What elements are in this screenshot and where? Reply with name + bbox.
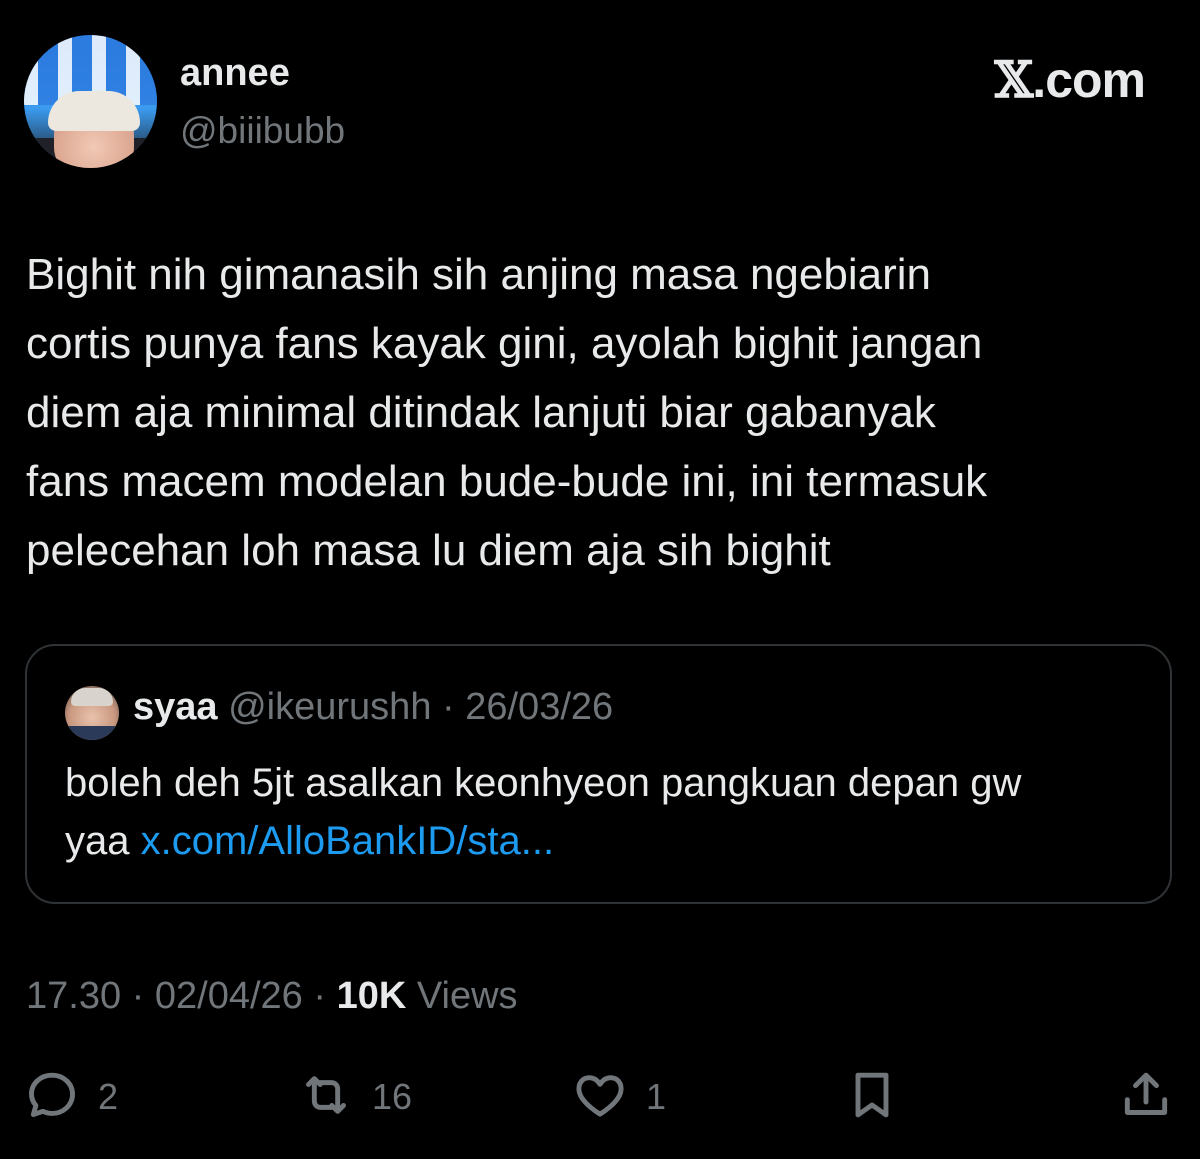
reply-icon — [24, 1067, 80, 1128]
tweet-meta: 17.30 · 02/04/26 · 10K Views — [26, 975, 518, 1018]
tweet-line: cortis punya fans kayak gini, ayolah big… — [26, 319, 983, 368]
avatar-hat — [48, 91, 140, 131]
reply-count: 2 — [98, 1076, 119, 1117]
separator-dot: · — [121, 975, 155, 1017]
tweet-line: fans macem modelan bude-bude ini, ini te… — [26, 457, 988, 506]
tweet-line: Bighit nih gimanasih sih anjing masa nge… — [26, 250, 931, 299]
bookmark-icon — [844, 1067, 900, 1128]
reply-button[interactable]: 2 — [24, 1062, 118, 1132]
tweet-time[interactable]: 17.30 — [26, 975, 121, 1017]
quoted-text-line: boleh deh 5jt asalkan keonhyeon pangkuan… — [65, 761, 1022, 805]
quoted-avatar-shirt — [65, 726, 119, 740]
repost-button[interactable]: 16 — [298, 1062, 412, 1132]
repost-icon — [298, 1067, 354, 1128]
tweet-line: pelecehan loh masa lu diem aja sih bighi… — [26, 526, 831, 575]
quoted-author-name: syaa — [133, 686, 218, 728]
quoted-tweet-card[interactable]: syaa @ikeurushh · 26/03/26 boleh deh 5jt… — [25, 644, 1172, 904]
like-count: 1 — [646, 1076, 667, 1117]
quoted-link[interactable]: x.com/AlloBankID/sta... — [141, 819, 554, 863]
quoted-text-prefix: yaa — [65, 819, 141, 863]
quoted-text-line: yaa x.com/AlloBankID/sta... — [65, 812, 1145, 870]
repost-count: 16 — [372, 1076, 413, 1117]
x-glyph: 𝕏 — [994, 50, 1034, 109]
share-icon — [1118, 1067, 1174, 1128]
quoted-avatar-hat — [71, 688, 113, 706]
tweet-line: diem aja minimal ditindak lanjuti biar g… — [26, 388, 936, 437]
views-label: Views — [406, 975, 518, 1017]
like-icon — [572, 1067, 628, 1128]
action-bar: 2 16 1 — [0, 1062, 1200, 1132]
quoted-tweet-date: 26/03/26 — [465, 686, 614, 728]
separator-dot: · — [302, 975, 337, 1017]
quoted-tweet-text: boleh deh 5jt asalkan keonhyeon pangkuan… — [65, 754, 1145, 870]
author-avatar[interactable] — [24, 35, 157, 168]
x-logo: 𝕏.com — [995, 50, 1146, 109]
tweet-date[interactable]: 02/04/26 — [155, 975, 303, 1017]
bookmark-button[interactable] — [844, 1062, 900, 1132]
author-handle[interactable]: @biiibubb — [180, 110, 345, 152]
views-count: 10K — [336, 975, 407, 1017]
quoted-author-handle: @ikeurushh — [228, 686, 432, 728]
author-display-name[interactable]: annee — [180, 52, 290, 95]
brand-suffix: .com — [1032, 52, 1146, 108]
share-button[interactable] — [1118, 1062, 1174, 1132]
tweet-text: Bighit nih gimanasih sih anjing masa nge… — [26, 240, 1176, 585]
quoted-author-avatar — [65, 686, 119, 740]
separator-dot: · — [431, 686, 466, 728]
like-button[interactable]: 1 — [572, 1062, 666, 1132]
quoted-tweet-header: syaa @ikeurushh · 26/03/26 — [133, 686, 613, 729]
